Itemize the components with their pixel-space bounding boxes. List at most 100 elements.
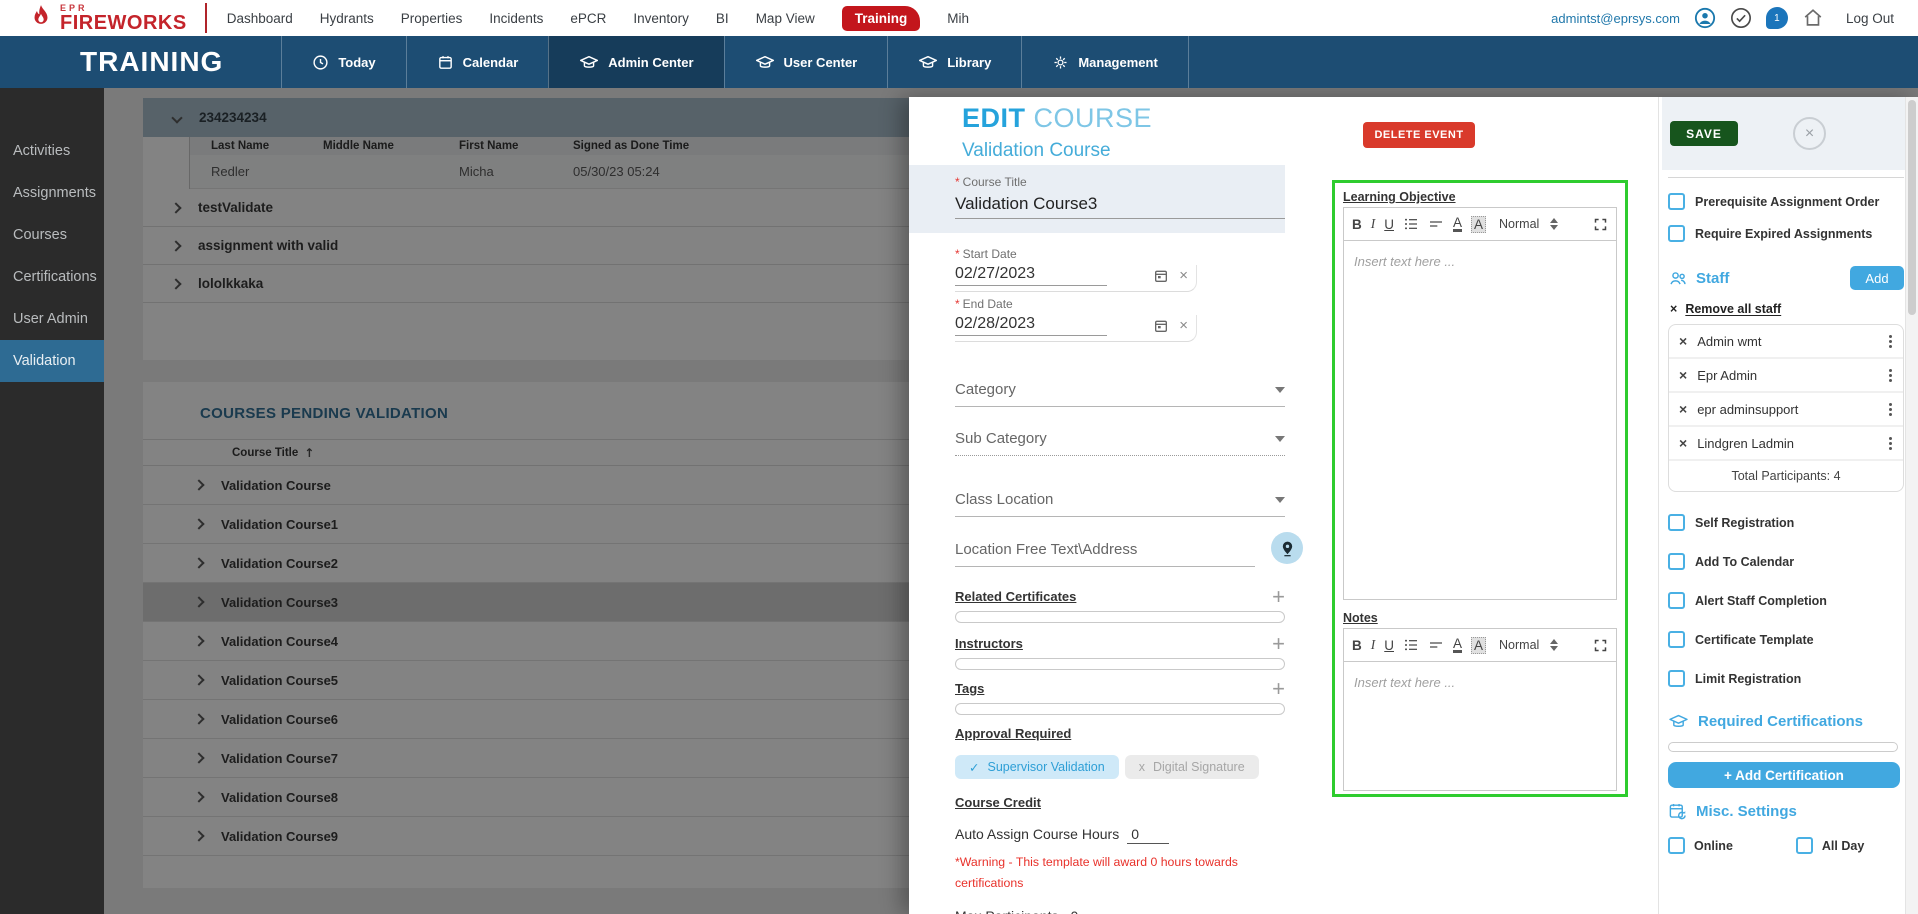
tab-today[interactable]: Today (281, 36, 405, 88)
font-color-button[interactable]: A (1453, 638, 1462, 653)
instructors-empty-field[interactable] (955, 658, 1285, 670)
remove-staff-icon[interactable]: × (1679, 367, 1687, 383)
map-pin-button[interactable] (1271, 532, 1303, 564)
sidebar-item-assignments[interactable]: Assignments (0, 172, 120, 214)
self-registration-checkbox[interactable] (1668, 514, 1685, 531)
tab-user-center[interactable]: User Center (724, 36, 888, 88)
required-certifications-empty-field[interactable] (1668, 742, 1898, 752)
fullscreen-button[interactable] (1593, 217, 1608, 232)
staff-menu-icon[interactable] (1886, 434, 1895, 453)
bold-button[interactable]: B (1352, 217, 1362, 232)
notification-bubble-icon[interactable]: 1 (1766, 7, 1788, 29)
certificate-template-checkbox[interactable] (1668, 631, 1685, 648)
sidebar-item-certifications[interactable]: Certifications (0, 256, 120, 298)
check-circle-icon[interactable] (1730, 7, 1752, 29)
italic-button[interactable]: I (1371, 216, 1376, 232)
online-checkbox[interactable] (1668, 837, 1685, 854)
start-date-input[interactable]: 02/27/2023 (955, 265, 1107, 286)
add-tag-icon[interactable]: + (1272, 682, 1285, 696)
sidebar-item-user-admin[interactable]: User Admin (0, 298, 120, 340)
logout-button[interactable]: Log Out (1846, 11, 1894, 26)
ordered-list-icon[interactable] (1403, 637, 1419, 653)
font-background-button[interactable]: A (1471, 637, 1486, 654)
clear-date-icon[interactable]: × (1179, 267, 1188, 284)
prerequisite-order-checkbox[interactable] (1668, 193, 1685, 210)
learning-objective-textarea[interactable]: Insert text here ... (1344, 241, 1616, 599)
sidebar-item-courses[interactable]: Courses (0, 214, 120, 256)
limit-registration-checkbox[interactable] (1668, 670, 1685, 687)
supervisor-validation-chip[interactable]: ✓ Supervisor Validation (955, 755, 1119, 779)
staff-row[interactable]: × epr adminsupport (1669, 393, 1903, 427)
format-updown-icon[interactable] (1550, 218, 1558, 230)
staff-menu-icon[interactable] (1886, 332, 1895, 351)
calendar-picker-icon[interactable] (1153, 318, 1169, 334)
tags-empty-field[interactable] (955, 703, 1285, 715)
add-to-calendar-checkbox[interactable] (1668, 553, 1685, 570)
panel-scrollbar[interactable] (1905, 97, 1918, 914)
course-title-input[interactable]: Validation Course3 (955, 194, 1285, 219)
nav-map-view[interactable]: Map View (756, 11, 815, 26)
font-color-button[interactable]: A (1453, 217, 1462, 232)
add-related-certificate-icon[interactable]: + (1272, 590, 1285, 604)
end-date-input[interactable]: 02/28/2023 (955, 315, 1107, 336)
add-staff-button[interactable]: Add (1850, 266, 1904, 290)
underline-button[interactable]: U (1384, 217, 1394, 232)
staff-row[interactable]: × Epr Admin (1669, 359, 1903, 393)
remove-staff-icon[interactable]: × (1679, 333, 1687, 349)
fullscreen-button[interactable] (1593, 638, 1608, 653)
clear-date-icon[interactable]: × (1179, 317, 1188, 334)
class-location-dropdown[interactable]: Class Location (955, 491, 1285, 517)
delete-event-button[interactable]: DELETE EVENT (1363, 122, 1475, 148)
tab-admin-center[interactable]: Admin Center (548, 36, 723, 88)
scrollbar-thumb[interactable] (1908, 100, 1916, 315)
align-icon[interactable] (1428, 216, 1444, 232)
close-panel-button[interactable]: × (1793, 117, 1826, 150)
staff-row[interactable]: × Admin wmt (1669, 325, 1903, 359)
remove-staff-icon[interactable]: × (1679, 401, 1687, 417)
user-email[interactable]: admintst@eprsys.com (1551, 11, 1680, 26)
related-certificates-empty-field[interactable] (955, 611, 1285, 623)
nav-epcr[interactable]: ePCR (570, 11, 606, 26)
auto-assign-hours-input[interactable]: 0 (1127, 826, 1169, 844)
bold-button[interactable]: B (1352, 638, 1362, 653)
underline-button[interactable]: U (1384, 638, 1394, 653)
brand-logo[interactable]: EPR FIREWORKS (0, 4, 187, 33)
add-instructor-icon[interactable]: + (1272, 637, 1285, 651)
align-icon[interactable] (1428, 637, 1444, 653)
max-participants-input[interactable]: 0 (1066, 908, 1108, 914)
nav-training-active[interactable]: Training (842, 6, 921, 31)
ordered-list-icon[interactable] (1403, 216, 1419, 232)
tab-calendar[interactable]: Calendar (406, 36, 549, 88)
nav-inventory[interactable]: Inventory (633, 11, 689, 26)
tab-library[interactable]: Library (887, 36, 1021, 88)
require-expired-checkbox[interactable] (1668, 225, 1685, 242)
calendar-picker-icon[interactable] (1153, 268, 1169, 284)
remove-staff-icon[interactable]: × (1679, 435, 1687, 451)
remove-all-staff-button[interactable]: × Remove all staff (1670, 302, 1906, 316)
sidebar-item-validation[interactable]: Validation (0, 340, 120, 382)
format-updown-icon[interactable] (1550, 639, 1558, 651)
location-free-text-field[interactable]: Location Free Text\Address (955, 541, 1255, 567)
add-certification-button[interactable]: + Add Certification (1668, 762, 1900, 788)
digital-signature-chip[interactable]: x Digital Signature (1125, 755, 1259, 779)
staff-menu-icon[interactable] (1886, 366, 1895, 385)
sidebar-item-activities[interactable]: Activities (0, 130, 120, 172)
notes-textarea[interactable]: Insert text here ... (1344, 662, 1616, 790)
format-select[interactable]: Normal (1499, 638, 1539, 652)
user-avatar-icon[interactable] (1694, 7, 1716, 29)
save-button[interactable]: SAVE (1670, 121, 1738, 146)
category-dropdown[interactable]: Category (955, 381, 1285, 407)
home-icon[interactable] (1802, 7, 1824, 29)
tab-management[interactable]: Management (1021, 36, 1188, 88)
format-select[interactable]: Normal (1499, 217, 1539, 231)
all-day-checkbox[interactable] (1796, 837, 1813, 854)
sub-category-dropdown[interactable]: Sub Category (955, 430, 1285, 456)
nav-properties[interactable]: Properties (401, 11, 463, 26)
italic-button[interactable]: I (1371, 637, 1376, 653)
nav-mih[interactable]: Mih (947, 11, 969, 26)
font-background-button[interactable]: A (1471, 216, 1486, 233)
nav-bi[interactable]: BI (716, 11, 729, 26)
staff-menu-icon[interactable] (1886, 400, 1895, 419)
nav-dashboard[interactable]: Dashboard (227, 11, 293, 26)
alert-staff-completion-checkbox[interactable] (1668, 592, 1685, 609)
